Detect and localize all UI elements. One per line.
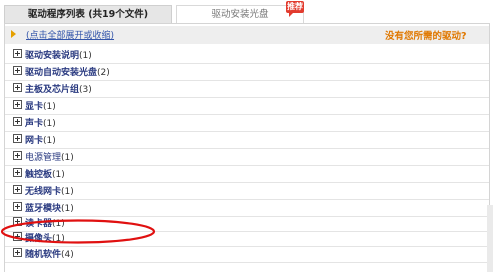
category-label: 读卡器 [25,219,53,229]
category-count: (1) [43,102,56,112]
expand-plus-icon[interactable] [13,202,22,211]
expand-plus-icon[interactable] [13,83,22,92]
category-label: 随机软件 [25,250,62,260]
category-count: (1) [52,234,65,244]
category-row[interactable]: 网卡(1) [5,131,489,149]
category-count: (1) [52,219,65,229]
category-count: (2) [97,68,110,78]
expand-plus-icon[interactable] [13,49,22,58]
category-label: 驱动自动安装光盘 [25,68,98,78]
expand-plus-icon[interactable] [13,217,22,226]
category-count: (1) [61,153,74,163]
category-row[interactable]: 触控板(1) [5,165,489,183]
expand-plus-icon[interactable] [13,248,22,257]
tab-driver-list[interactable]: 驱动程序列表 (共19个文件) [4,5,172,24]
category-row[interactable]: 驱动安装说明(1) [5,46,489,64]
expand-plus-icon[interactable] [13,134,22,143]
category-label: 驱动安装说明 [25,51,80,61]
category-label: 蓝牙模块 [25,204,62,214]
category-label: 电源管理 [25,153,62,163]
category-label: 触控板 [25,170,53,180]
expand-plus-icon[interactable] [13,185,22,194]
category-row[interactable]: 随机软件(4) [5,245,489,263]
category-count: (4) [61,250,74,260]
category-label: 无线网卡 [25,187,62,197]
expand-plus-icon[interactable] [13,117,22,126]
tab-bar: 驱动程序列表 (共19个文件) 驱动安装光盘 推荐 [0,0,500,24]
missing-driver-link[interactable]: 没有您所需的驱动? [385,28,467,42]
category-row[interactable]: 电源管理(1) [5,148,489,166]
expand-plus-icon[interactable] [13,66,22,75]
expand-plus-icon[interactable] [13,168,22,177]
expand-plus-icon[interactable] [13,100,22,109]
expand-plus-icon[interactable] [13,232,22,241]
category-label: 声卡 [25,119,44,129]
category-label: 主板及芯片组 [25,85,80,95]
tab-driver-cd[interactable]: 驱动安装光盘 [176,5,304,24]
recommend-badge: 推荐 [286,1,304,17]
expand-plus-icon[interactable] [13,151,22,160]
arrow-right-icon [11,30,16,38]
expand-collapse-all-link[interactable]: (点击全部展开或收缩) [26,28,114,41]
category-row[interactable]: 无线网卡(1) [5,182,489,200]
category-count: (1) [43,119,56,129]
category-row[interactable]: 驱动自动安装光盘(2) [5,63,489,81]
category-count: (1) [79,51,92,61]
category-row[interactable]: 主板及芯片组(3) [5,80,489,98]
category-count: (1) [61,204,74,214]
category-row[interactable]: 显卡(1) [5,97,489,115]
category-label: 显卡 [25,102,44,112]
category-label: 摄像头 [25,234,53,244]
category-label: 网卡 [25,136,44,146]
category-count: (1) [52,170,65,180]
category-count: (3) [79,85,92,95]
scrollbar[interactable] [487,205,493,272]
category-count: (1) [61,187,74,197]
category-count: (1) [43,136,56,146]
category-row[interactable]: 声卡(1) [5,114,489,132]
